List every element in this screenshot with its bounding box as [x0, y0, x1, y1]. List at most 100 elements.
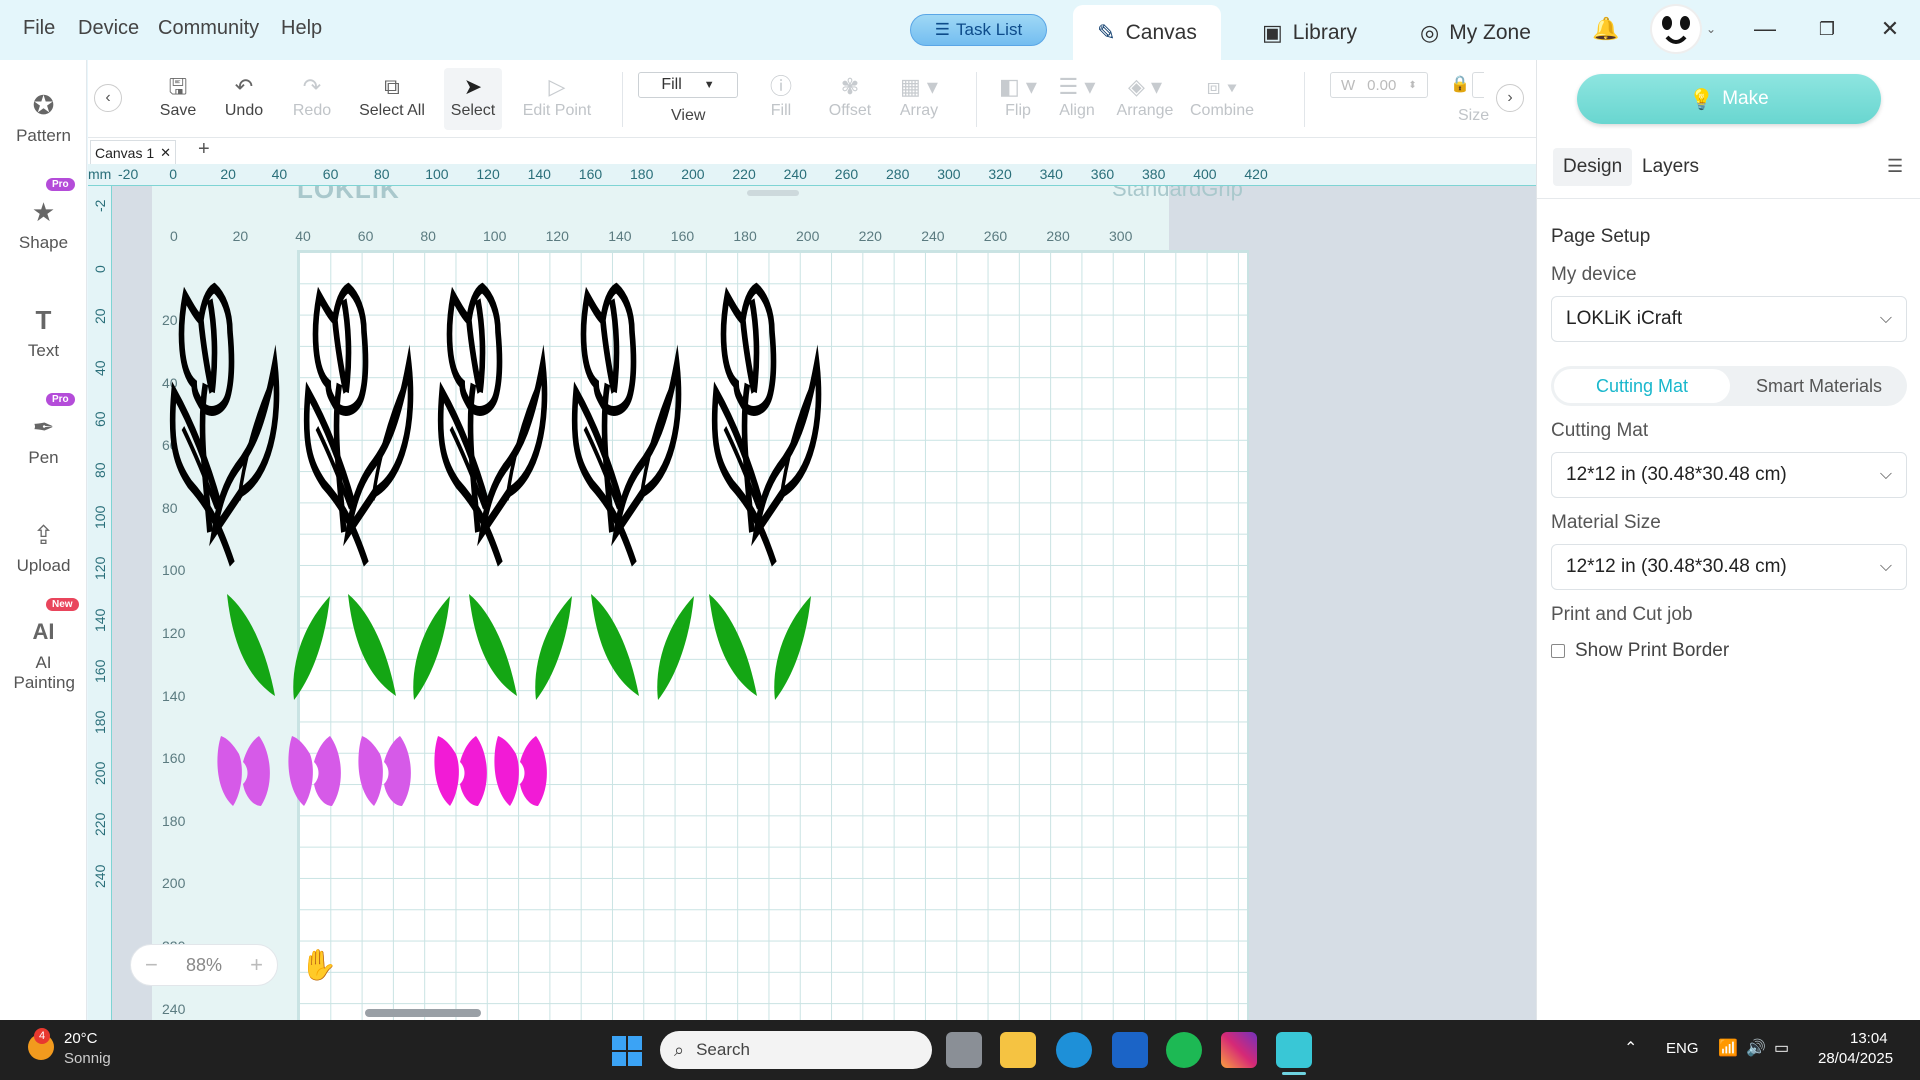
- show-print-border-checkbox[interactable]: Show Print Border: [1551, 640, 1729, 662]
- canvas-workarea[interactable]: LOKLiK StandardGrip 0 20 40 60 80 100 120 140 16…: [112, 186, 1536, 1020]
- restore-icon[interactable]: ❐: [1812, 14, 1842, 44]
- height-input[interactable]: [1472, 72, 1484, 98]
- array-button[interactable]: ▦ ▾ Array: [894, 72, 944, 120]
- segment-cutting-mat[interactable]: Cutting Mat: [1554, 369, 1730, 403]
- tab-canvas[interactable]: ✎ Canvas: [1073, 5, 1221, 60]
- cutting-mat-select[interactable]: 12*12 in (30.48*30.48 cm) ⌵: [1551, 452, 1907, 498]
- material-size-select[interactable]: 12*12 in (30.48*30.48 cm) ⌵: [1551, 544, 1907, 590]
- array-icon: ▦ ▾: [900, 74, 938, 99]
- select-all-button[interactable]: ⧉ Select All: [352, 72, 432, 120]
- clock-date[interactable]: 28/04/2025: [1818, 1050, 1893, 1067]
- close-icon[interactable]: ✕: [1875, 14, 1905, 44]
- arrange-button[interactable]: ◈ ▾ Arrange: [1113, 72, 1177, 120]
- sidebar-item-shape[interactable]: ★ Shape: [0, 197, 87, 253]
- pen-icon: ✒: [32, 412, 55, 442]
- taskbar-search[interactable]: ⌕ Search: [660, 1031, 932, 1069]
- zoom-out-button[interactable]: −: [145, 952, 158, 978]
- bell-icon[interactable]: 🔔: [1591, 14, 1621, 44]
- offset-button[interactable]: ✾ Offset: [824, 72, 876, 120]
- instagram-icon[interactable]: [1221, 1032, 1257, 1068]
- windows-start-icon[interactable]: [612, 1036, 642, 1066]
- view-label: View: [671, 107, 706, 124]
- ruler-left-tick: 240: [92, 864, 108, 888]
- undo-button[interactable]: ↶ Undo: [216, 72, 272, 120]
- combine-button[interactable]: ⧈ ▾ Combine: [1188, 72, 1256, 120]
- select-button[interactable]: ➤ Select: [444, 68, 502, 130]
- segment-smart-materials[interactable]: Smart Materials: [1731, 369, 1907, 403]
- divider: [1537, 198, 1920, 199]
- menu-help[interactable]: Help: [281, 17, 322, 40]
- ruler-left-tick: 40: [92, 360, 108, 376]
- align-icon: ☰ ▾: [1058, 74, 1096, 99]
- sidebar-item-upload[interactable]: ⇪ Upload: [0, 520, 87, 576]
- menu-device[interactable]: Device: [78, 17, 139, 40]
- width-input[interactable]: W 0.00 ⬍: [1330, 72, 1428, 98]
- sidebar-item-pen[interactable]: ✒ Pen: [0, 412, 87, 468]
- lock-icon[interactable]: 🔒: [1450, 74, 1470, 94]
- tab-library[interactable]: ▣ Library: [1262, 5, 1357, 60]
- flip-button[interactable]: ◧ ▾ Flip: [996, 72, 1040, 120]
- ruler-left-tick: 200: [92, 761, 108, 786]
- battery-icon[interactable]: ▭: [1774, 1038, 1789, 1058]
- tab-layers[interactable]: Layers: [1642, 156, 1699, 178]
- task-list-button[interactable]: ☰ Task List: [910, 14, 1047, 46]
- add-tab-icon[interactable]: +: [198, 138, 210, 161]
- sidebar-item-pattern[interactable]: ✪ Pattern: [0, 90, 87, 146]
- doc-tab-canvas-1[interactable]: Canvas 1 ✕: [90, 140, 176, 164]
- sidebar-item-text[interactable]: T Text: [0, 305, 87, 361]
- save-button[interactable]: 🖫 Save: [154, 72, 202, 120]
- chevron-right-icon[interactable]: ›: [1496, 84, 1524, 112]
- stepper-icon: ⬍: [1408, 79, 1417, 91]
- align-button[interactable]: ☰ ▾ Align: [1054, 72, 1100, 120]
- search-icon: ⌕: [674, 1039, 685, 1060]
- chevron-down-icon: ⌵: [1879, 558, 1892, 575]
- close-icon[interactable]: ✕: [160, 145, 171, 161]
- ruler-top-tick: 40: [271, 166, 288, 182]
- app-lambda-icon[interactable]: [1112, 1032, 1148, 1068]
- avatar-face-icon: [1656, 9, 1696, 49]
- menu-file[interactable]: File: [23, 17, 55, 40]
- chevron-left-icon[interactable]: ‹: [94, 84, 122, 112]
- page-setup-heading: Page Setup: [1551, 226, 1651, 247]
- task-view-icon[interactable]: [946, 1032, 982, 1068]
- fill-button[interactable]: ⓘ Fill: [761, 72, 801, 120]
- material-segmented-control: Cutting Mat Smart Materials: [1551, 366, 1907, 406]
- menu-community[interactable]: Community: [158, 17, 259, 40]
- chevron-down-icon[interactable]: ⌄: [1696, 14, 1726, 44]
- zoom-in-button[interactable]: +: [250, 952, 263, 978]
- active-app-indicator: [1282, 1072, 1306, 1075]
- horizontal-scrollbar[interactable]: [365, 1009, 481, 1017]
- ruler-top-tick: 380: [1142, 166, 1166, 182]
- redo-button[interactable]: ↷ Redo: [287, 72, 337, 120]
- language-indicator[interactable]: ENG: [1666, 1040, 1699, 1057]
- hand-icon[interactable]: ✋: [300, 948, 337, 983]
- weather-temp: 20°C: [64, 1030, 98, 1047]
- view-select[interactable]: Fill ▼: [638, 72, 738, 98]
- right-panel: 💡 Make Design Layers ☰ Page Setup My dev…: [1536, 60, 1920, 1020]
- device-select[interactable]: LOKLiK iCraft ⌵: [1551, 296, 1907, 342]
- make-button[interactable]: 💡 Make: [1577, 74, 1881, 124]
- material-size-label: Material Size: [1551, 512, 1661, 533]
- sidebar-item-ai-painting[interactable]: AI AI Painting: [0, 617, 87, 693]
- text-icon: T: [35, 305, 52, 335]
- volume-icon[interactable]: 🔊: [1746, 1038, 1766, 1058]
- flip-icon: ◧ ▾: [999, 74, 1037, 99]
- clock-time[interactable]: 13:04: [1850, 1030, 1888, 1047]
- file-explorer-icon[interactable]: [1000, 1032, 1036, 1068]
- wifi-icon[interactable]: 📶: [1718, 1038, 1738, 1058]
- tab-my-zone[interactable]: ◎ My Zone: [1420, 5, 1531, 60]
- loklik-app-icon[interactable]: [1276, 1032, 1312, 1068]
- ruler-top-tick: 320: [988, 166, 1012, 182]
- minimize-icon[interactable]: —: [1750, 14, 1780, 44]
- ruler-top-tick: 140: [527, 166, 551, 182]
- edge-icon[interactable]: [1056, 1032, 1092, 1068]
- collapse-panel-icon[interactable]: ☰: [1887, 156, 1903, 177]
- tab-design[interactable]: Design: [1553, 148, 1633, 186]
- chevron-up-icon[interactable]: ⌃: [1624, 1038, 1637, 1058]
- spotify-icon[interactable]: [1166, 1032, 1202, 1068]
- ruler-top: mm -20 0 20 40 60 80 100 120 140 160 180 200 220 240 2…: [88, 164, 1536, 186]
- edit-point-button[interactable]: ▷ Edit Point: [516, 72, 598, 120]
- ruler-unit: mm: [88, 166, 112, 182]
- caret-down-icon: ▼: [703, 79, 715, 91]
- avatar[interactable]: [1650, 4, 1702, 54]
